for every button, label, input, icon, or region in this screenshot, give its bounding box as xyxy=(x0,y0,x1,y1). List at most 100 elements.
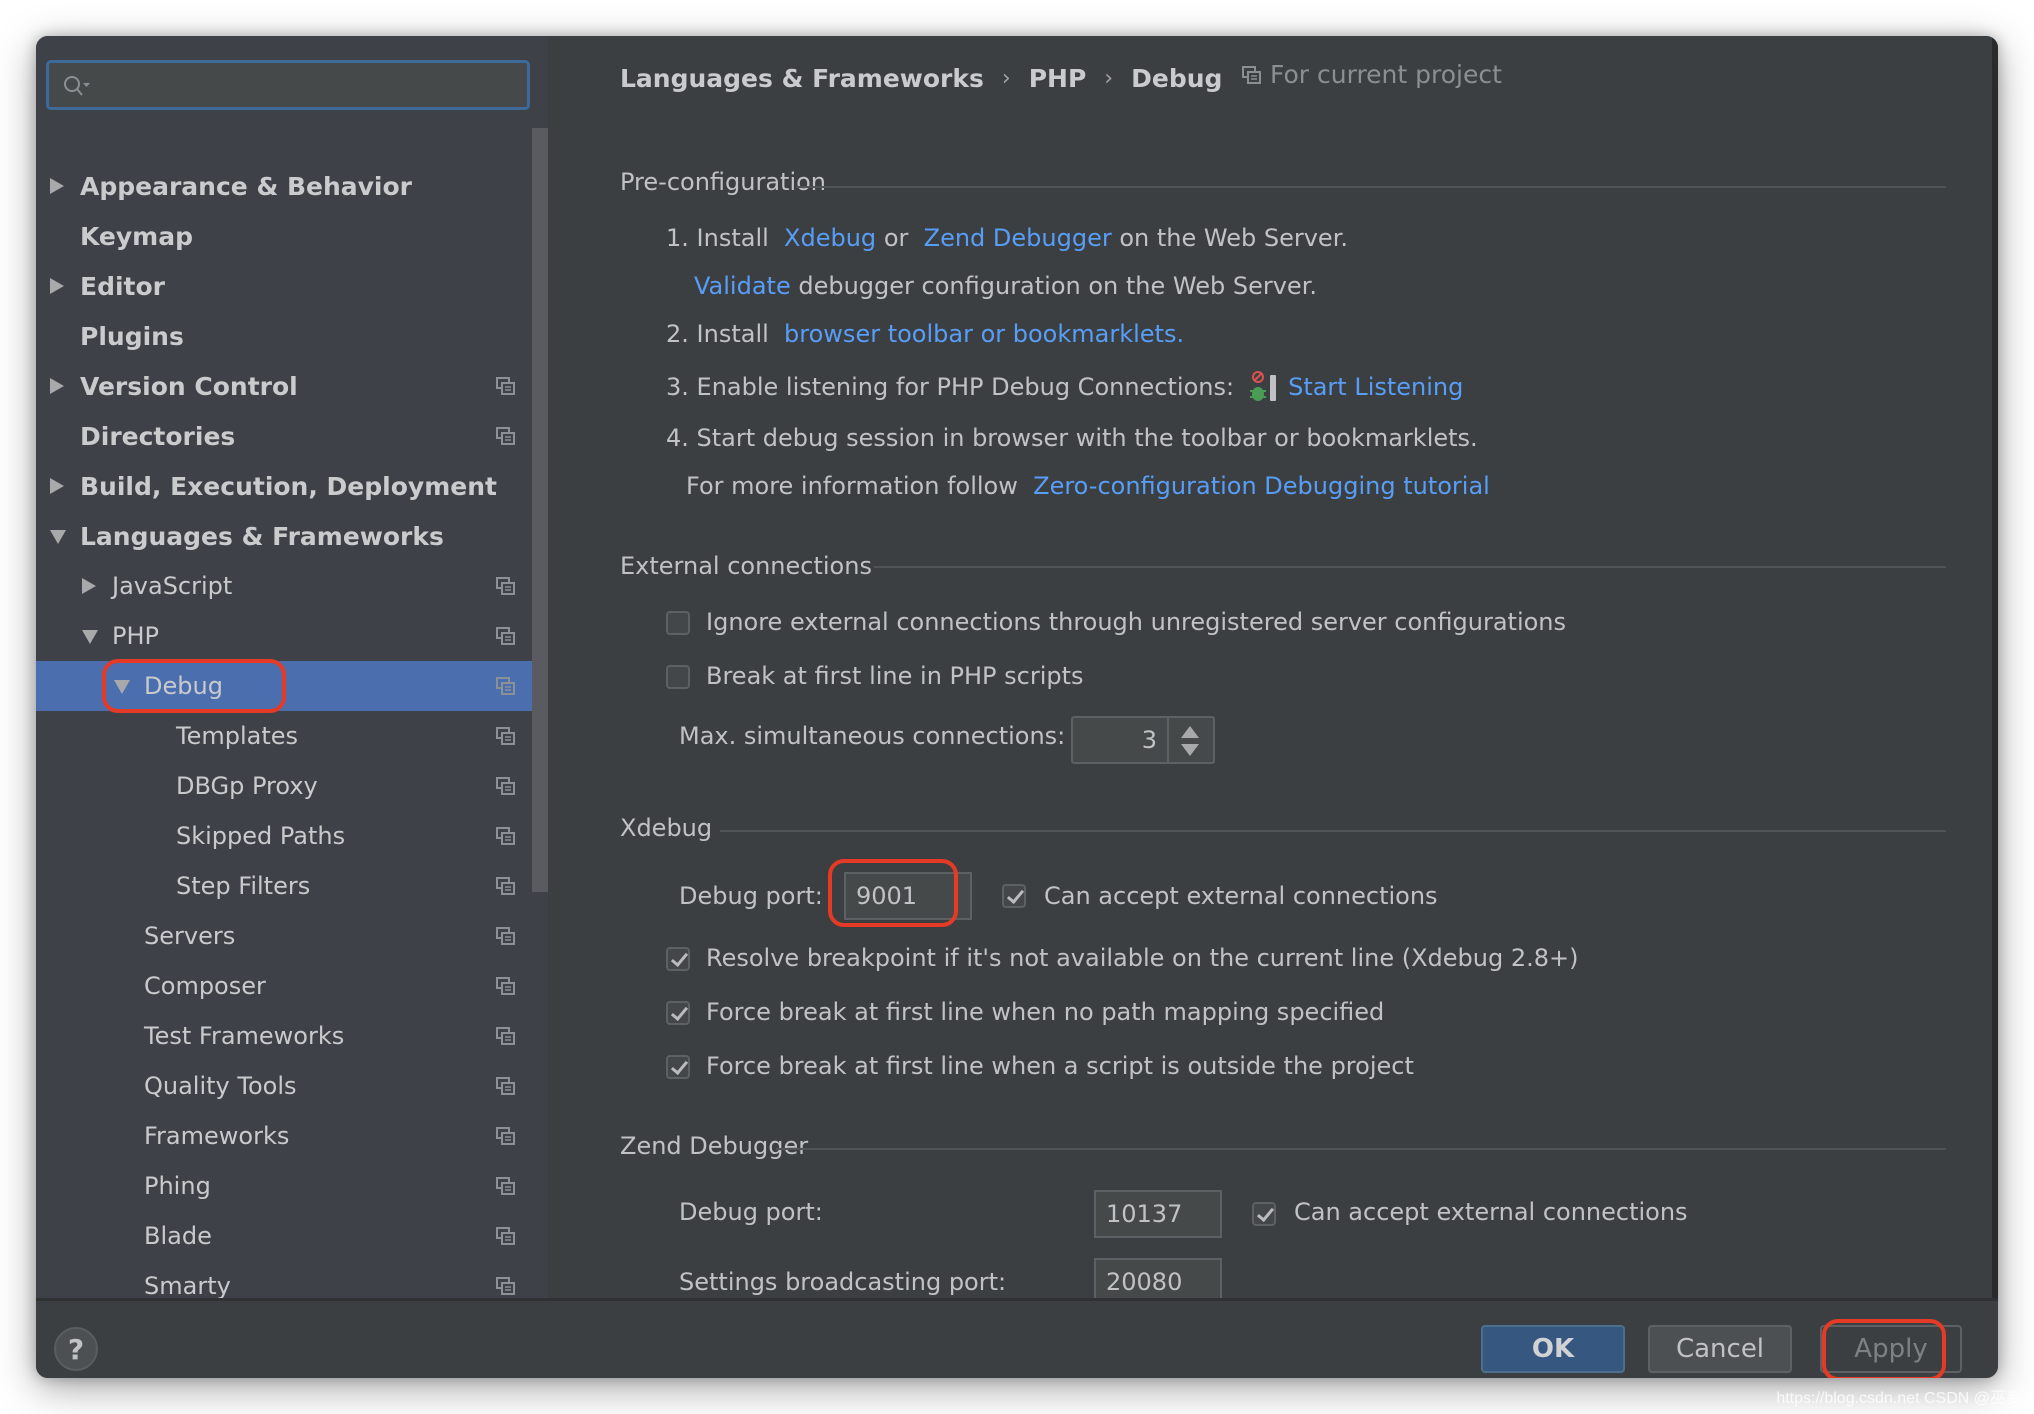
sidebar-item-dbgp-proxy[interactable]: DBGp Proxy xyxy=(36,761,548,811)
sidebar-item-composer[interactable]: Composer xyxy=(36,961,548,1011)
sidebar-item-skipped-paths[interactable]: Skipped Paths xyxy=(36,811,548,861)
sidebar-item-version-control[interactable]: Version Control xyxy=(36,361,548,411)
zend-accept-external-label[interactable]: Can accept external connections xyxy=(1294,1198,1688,1226)
max-connections-value[interactable]: 3 xyxy=(1142,726,1157,754)
expand-arrow-icon[interactable] xyxy=(82,578,96,594)
sidebar-item-frameworks[interactable]: Frameworks xyxy=(36,1111,548,1161)
sidebar-item-label: Templates xyxy=(176,722,299,750)
project-settings-icon xyxy=(496,927,515,945)
preconfig-more-info: For more information follow Zero-configu… xyxy=(686,472,1490,500)
sidebar-item-languages-frameworks[interactable]: Languages & Frameworks xyxy=(36,511,548,561)
project-settings-icon xyxy=(496,577,515,595)
zend-debugger-link[interactable]: Zend Debugger xyxy=(924,224,1112,252)
break-first-line-label[interactable]: Break at first line in PHP scripts xyxy=(706,662,1084,690)
breadcrumb-separator: › xyxy=(1001,65,1011,91)
section-title: External connections xyxy=(620,552,872,580)
step-text: debugger configuration on the Web Server… xyxy=(798,272,1317,300)
sidebar-item-plugins[interactable]: Plugins xyxy=(36,311,548,361)
sidebar-item-directories[interactable]: Directories xyxy=(36,411,548,461)
sidebar-item-label: Quality Tools xyxy=(144,1072,297,1100)
xdebug-accept-external-label[interactable]: Can accept external connections xyxy=(1044,882,1438,910)
force-break-outside-project-checkbox[interactable] xyxy=(666,1055,690,1079)
force-break-no-mapping-label[interactable]: Force break at first line when no path m… xyxy=(706,998,1384,1026)
sidebar-item-label: Phing xyxy=(144,1172,211,1200)
sidebar-item-label: Keymap xyxy=(80,221,194,251)
search-input[interactable] xyxy=(46,60,530,110)
sidebar-item-test-frameworks[interactable]: Test Frameworks xyxy=(36,1011,548,1061)
xdebug-accept-external-checkbox[interactable] xyxy=(1002,884,1026,908)
sidebar-item-phing[interactable]: Phing xyxy=(36,1161,548,1211)
section-title: Zend Debugger xyxy=(620,1132,809,1160)
resolve-breakpoint-label[interactable]: Resolve breakpoint if it's not available… xyxy=(706,944,1578,972)
project-settings-icon xyxy=(496,977,515,995)
project-settings-icon xyxy=(496,877,515,895)
project-settings-icon xyxy=(496,1277,515,1295)
project-settings-icon xyxy=(496,1127,515,1145)
validate-link[interactable]: Validate xyxy=(694,272,791,300)
ignore-external-label[interactable]: Ignore external connections through unre… xyxy=(706,608,1566,636)
sidebar-item-blade[interactable]: Blade xyxy=(36,1211,548,1261)
sidebar-item-label: JavaScript xyxy=(112,572,233,600)
ok-button[interactable]: OK xyxy=(1481,1325,1625,1373)
sidebar-item-appearance-behavior[interactable]: Appearance & Behavior xyxy=(36,161,548,211)
max-connections-stepper[interactable]: 3 xyxy=(1071,716,1215,764)
zend-port-label: Debug port: xyxy=(679,1198,823,1226)
apply-button[interactable]: Apply xyxy=(1820,1325,1962,1373)
expand-arrow-icon[interactable] xyxy=(50,478,64,494)
break-first-line-checkbox[interactable] xyxy=(666,665,690,689)
expand-arrow-icon[interactable] xyxy=(50,378,64,394)
cancel-button[interactable]: Cancel xyxy=(1648,1325,1792,1373)
sidebar-item-servers[interactable]: Servers xyxy=(36,911,548,961)
ignore-external-checkbox[interactable] xyxy=(666,611,690,635)
settings-sidebar: Appearance & Behavior Keymap Editor Plugins… xyxy=(36,36,548,1350)
step-text: For more information follow xyxy=(686,472,1018,500)
sidebar-item-label: Plugins xyxy=(80,321,184,351)
help-button[interactable]: ? xyxy=(54,1327,98,1371)
force-break-no-mapping-checkbox[interactable] xyxy=(666,1001,690,1025)
sidebar-item-editor[interactable]: Editor xyxy=(36,261,548,311)
force-break-outside-project-label[interactable]: Force break at first line when a script … xyxy=(706,1052,1414,1080)
sidebar-item-step-filters[interactable]: Step Filters xyxy=(36,861,548,911)
sidebar-item-javascript[interactable]: JavaScript xyxy=(36,561,548,611)
section-title: Pre-configuration xyxy=(620,168,827,196)
breadcrumb-php[interactable]: PHP xyxy=(1029,64,1087,93)
section-divider xyxy=(874,566,1946,568)
project-settings-icon xyxy=(496,677,515,695)
sidebar-item-php[interactable]: PHP xyxy=(36,611,548,661)
sidebar-item-label: PHP xyxy=(112,622,159,650)
stepper-up-icon[interactable] xyxy=(1181,726,1199,738)
sidebar-item-debug[interactable]: Debug xyxy=(36,661,548,711)
zero-config-tutorial-link[interactable]: Zero-configuration Debugging tutorial xyxy=(1033,472,1490,500)
resolve-breakpoint-checkbox[interactable] xyxy=(666,947,690,971)
start-listening-icon[interactable] xyxy=(1248,370,1278,404)
expand-arrow-icon[interactable] xyxy=(50,178,64,194)
collapse-arrow-icon[interactable] xyxy=(50,530,66,544)
stepper-down-icon[interactable] xyxy=(1181,744,1199,756)
breadcrumb-languages[interactable]: Languages & Frameworks xyxy=(620,64,984,93)
sidebar-item-keymap[interactable]: Keymap xyxy=(36,211,548,261)
sidebar-scrollbar[interactable] xyxy=(532,128,548,892)
xdebug-link[interactable]: Xdebug xyxy=(784,224,876,252)
collapse-arrow-icon[interactable] xyxy=(114,680,130,694)
settings-dialog: Appearance & Behavior Keymap Editor Plugins… xyxy=(36,36,1998,1378)
sidebar-item-label: Build, Execution, Deployment xyxy=(80,471,497,501)
preconfig-step-1: 1. Install Xdebug or Zend Debugger on th… xyxy=(666,224,1348,252)
step-text: or xyxy=(883,224,909,252)
project-settings-icon xyxy=(496,427,515,445)
project-settings-icon xyxy=(496,1227,515,1245)
sidebar-item-quality-tools[interactable]: Quality Tools xyxy=(36,1061,548,1111)
sidebar-item-label: Version Control xyxy=(80,371,298,401)
sidebar-item-build-execution-deployment[interactable]: Build, Execution, Deployment xyxy=(36,461,548,511)
sidebar-item-templates[interactable]: Templates xyxy=(36,711,548,761)
zend-port-input[interactable]: 10137 xyxy=(1094,1190,1222,1238)
expand-arrow-icon[interactable] xyxy=(50,278,64,294)
section-xdebug: Xdebug xyxy=(620,814,712,842)
project-settings-icon xyxy=(496,627,515,645)
sidebar-item-label: Frameworks xyxy=(144,1122,290,1150)
start-listening-link[interactable]: Start Listening xyxy=(1288,373,1463,401)
xdebug-port-input[interactable]: 9001 xyxy=(844,872,972,920)
collapse-arrow-icon[interactable] xyxy=(82,630,98,644)
sidebar-item-label: DBGp Proxy xyxy=(176,772,318,800)
zend-accept-external-checkbox[interactable] xyxy=(1252,1202,1276,1226)
browser-toolbar-link[interactable]: browser toolbar or bookmarklets. xyxy=(784,320,1184,348)
